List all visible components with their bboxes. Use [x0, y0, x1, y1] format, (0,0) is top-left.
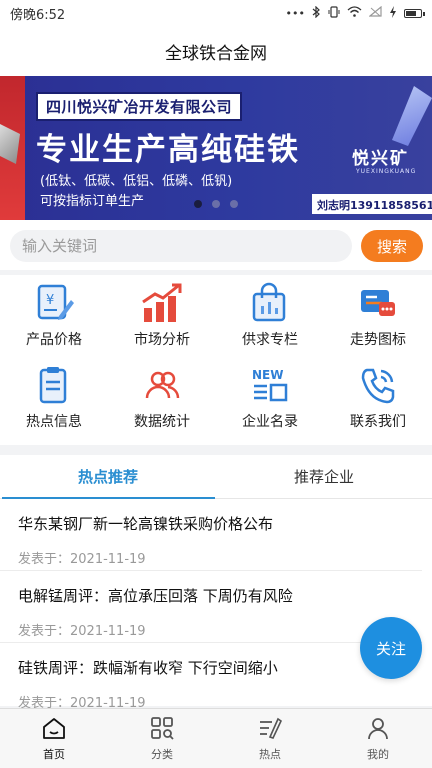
nav-label: 首页	[43, 747, 65, 761]
bottom-nav: 首页 分类 热点 我的	[0, 708, 432, 768]
status-time: 傍晚6:52	[10, 7, 66, 23]
banner-brand-en: YUEXINGKUANG	[356, 168, 417, 175]
grid-label: 热点信息	[26, 414, 82, 430]
news-title: 电解锰周评：高位承压回落 下周仍有风险	[18, 587, 293, 605]
dots-icon: •••	[285, 6, 305, 20]
banner-contact: 刘志明13911858561	[312, 194, 432, 214]
grid-item-statistics[interactable]: 数据统计	[108, 363, 216, 445]
banner-company: 四川悦兴矿冶开发有限公司	[36, 92, 243, 121]
list-item[interactable]: 硅铁周评：跌幅渐有收窄 下行空间缩小 发表于：2021-11-19	[0, 643, 422, 715]
news-title: 华东某钢厂新一轮高镍铁采购价格公布	[18, 515, 274, 533]
grid-label: 供求专栏	[242, 332, 298, 348]
nav-label: 热点	[259, 747, 281, 761]
bar-chart-icon	[140, 281, 184, 325]
wifi-icon	[347, 6, 362, 20]
phone-icon	[356, 363, 400, 407]
list-item[interactable]: 电解锰周评：高位承压回落 下周仍有风险 发表于：2021-11-19	[0, 571, 422, 643]
carousel-dot[interactable]	[230, 200, 238, 208]
new-list-icon: NEW	[248, 363, 292, 407]
price-doc-icon: ¥	[32, 281, 76, 325]
search-input[interactable]	[10, 230, 352, 262]
vibrate-icon	[328, 5, 340, 21]
trend-board-icon	[356, 281, 400, 325]
battery-icon	[404, 8, 425, 18]
shopping-bag-icon	[248, 281, 292, 325]
tab-hot-recommend[interactable]: 热点推荐	[0, 455, 216, 498]
bluetooth-icon	[312, 5, 321, 21]
news-list: 华东某钢厂新一轮高镍铁采购价格公布 发表于：2021-11-19 电解锰周评：高…	[0, 499, 432, 715]
banner-brand-cn: 悦兴矿	[352, 149, 409, 169]
carousel-dots	[194, 200, 238, 208]
nav-profile[interactable]: 我的	[324, 709, 432, 768]
svg-text:¥: ¥	[46, 293, 54, 308]
grid-item-contact-us[interactable]: 联系我们	[324, 363, 432, 445]
grid-item-product-price[interactable]: ¥ 产品价格	[0, 281, 108, 363]
news-date: 发表于：2021-11-19	[18, 552, 146, 567]
banner-subtitle-2: 可按指标订单生产	[40, 194, 145, 209]
crystal-image	[0, 124, 20, 164]
banner-left-strip	[0, 76, 25, 220]
news-title: 硅铁周评：跌幅渐有收窄 下行空间缩小	[18, 659, 278, 677]
grid-label: 产品价格	[26, 332, 82, 348]
nav-label: 我的	[367, 747, 389, 761]
hot-icon	[257, 716, 283, 744]
clipboard-icon	[32, 363, 76, 407]
follow-button[interactable]: 关注	[360, 617, 422, 679]
nav-home[interactable]: 首页	[0, 709, 108, 768]
category-icon	[149, 716, 175, 744]
sim-icon	[368, 5, 382, 20]
carousel-dot[interactable]	[194, 200, 202, 208]
status-icons: •••	[285, 5, 425, 21]
grid-label: 联系我们	[350, 414, 406, 430]
grid-label: 走势图标	[350, 332, 406, 348]
search-button[interactable]: 搜索	[361, 230, 423, 262]
grid-label: 市场分析	[134, 332, 190, 348]
home-icon	[41, 716, 67, 744]
grid-item-market-analysis[interactable]: 市场分析	[108, 281, 216, 363]
tab-recommend-companies[interactable]: 推荐企业	[216, 455, 432, 498]
banner-headline: 专业生产高纯硅铁	[36, 132, 300, 168]
carousel-dot[interactable]	[212, 200, 220, 208]
banner-subtitle-1: (低钛、低碳、低铝、低磷、低钒)	[40, 174, 233, 189]
banner-carousel[interactable]: 四川悦兴矿冶开发有限公司 专业生产高纯硅铁 (低钛、低碳、低铝、低磷、低钒) 可…	[0, 76, 432, 220]
app-header: 全球铁合金网	[0, 26, 432, 76]
grid-item-hot-info[interactable]: 热点信息	[0, 363, 108, 445]
grid-label: 企业名录	[242, 414, 298, 430]
nav-label: 分类	[151, 747, 173, 761]
charging-icon	[389, 5, 397, 21]
brand-logo-icon	[392, 86, 432, 146]
users-icon	[140, 363, 184, 407]
page-title: 全球铁合金网	[165, 43, 267, 64]
search-bar: 搜索	[0, 220, 432, 270]
grid-label: 数据统计	[134, 414, 190, 430]
grid-item-supply-demand[interactable]: 供求专栏	[216, 281, 324, 363]
status-bar: 傍晚6:52 •••	[0, 0, 432, 26]
list-item[interactable]: 华东某钢厂新一轮高镍铁采购价格公布 发表于：2021-11-19	[0, 499, 422, 571]
grid-item-trend-chart[interactable]: 走势图标	[324, 281, 432, 363]
nav-category[interactable]: 分类	[108, 709, 216, 768]
grid-item-company-list[interactable]: NEW 企业名录	[216, 363, 324, 445]
profile-icon	[365, 716, 391, 744]
svg-text:NEW: NEW	[252, 368, 283, 382]
nav-hot[interactable]: 热点	[216, 709, 324, 768]
tab-bar: 热点推荐 推荐企业	[0, 455, 432, 499]
feature-grid: ¥ 产品价格 市场分析 供求专栏 走势图标 热点信息 数据统计 NEW 企业名录…	[0, 275, 432, 445]
